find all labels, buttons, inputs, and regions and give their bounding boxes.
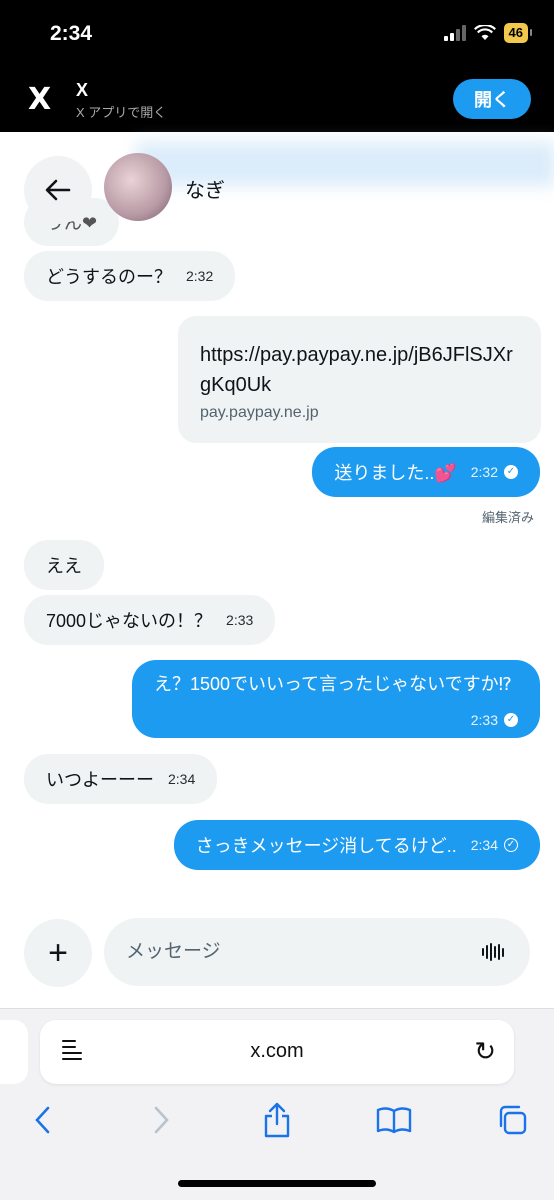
message-time: 2:32: [186, 268, 214, 284]
add-attachment-button[interactable]: +: [24, 919, 92, 987]
message-text: 7000じゃないの！？: [46, 611, 213, 631]
address-url[interactable]: x.com: [40, 1040, 514, 1063]
cellular-signal-icon: [443, 25, 466, 41]
message-time: 2:34: [470, 837, 498, 853]
back-arrow-icon: [45, 179, 71, 201]
battery-icon: 46: [503, 23, 533, 43]
message-input[interactable]: [126, 918, 456, 986]
home-indicator: [178, 1180, 376, 1187]
message-text: ええ: [46, 556, 82, 576]
link-domain: pay.paypay.ne.jp: [200, 404, 319, 421]
chevron-left-icon: [35, 1106, 50, 1134]
message-time: 2:33: [470, 712, 498, 728]
message-time: 2:32: [470, 464, 498, 480]
forward-nav-button[interactable]: [142, 1100, 182, 1140]
message-text: 送りました..💕: [334, 463, 457, 483]
message-text: え？1500でいいって言ったじゃないですか⁉: [154, 674, 512, 694]
open-app-button[interactable]: 開く: [453, 79, 531, 119]
wifi-icon: [473, 25, 496, 40]
message-time: 2:33: [226, 612, 254, 628]
previous-tab-peek[interactable]: [0, 1020, 28, 1084]
plus-icon: +: [48, 933, 68, 972]
bookmarks-button[interactable]: [372, 1100, 416, 1140]
message-in[interactable]: ええ: [24, 540, 104, 590]
message-composer[interactable]: [104, 918, 530, 986]
share-icon: [264, 1102, 290, 1138]
back-nav-button[interactable]: [22, 1100, 62, 1140]
message-in[interactable]: 7000じゃないの！？ 2:33: [24, 595, 276, 645]
message-text: さっきメッセージ消してるけど..: [195, 836, 457, 856]
share-button[interactable]: [256, 1100, 298, 1140]
banner-subtitle: X アプリで開く: [76, 105, 167, 120]
message-time: 2:34: [168, 771, 196, 787]
message-out[interactable]: 送りました..💕 2:32 ✓: [312, 447, 540, 497]
status-bar: 2:34 46: [0, 0, 554, 64]
back-button[interactable]: [24, 156, 92, 224]
peer-name[interactable]: なぎ: [185, 174, 225, 203]
address-bar[interactable]: x.com ↻: [40, 1020, 514, 1084]
tabs-icon: [499, 1105, 527, 1135]
read-receipt-icon: ✓: [504, 465, 518, 479]
read-receipt-icon: ✓: [504, 713, 518, 727]
open-in-app-banner: X X X アプリで開く 開く: [0, 64, 554, 132]
voice-wave-icon[interactable]: [482, 943, 504, 961]
message-out[interactable]: え？1500でいいって言ったじゃないですか⁉ 2:33 ✓: [132, 660, 540, 738]
link-url[interactable]: https://pay.paypay.ne.jp/jB6JFlSJXrgKq0U…: [200, 340, 519, 400]
message-in[interactable]: どうするのー？ 2:32: [24, 251, 236, 301]
avatar[interactable]: [104, 153, 172, 221]
chevron-right-icon: [154, 1106, 169, 1134]
sent-status-icon: ✓: [504, 838, 518, 852]
reload-icon[interactable]: ↻: [474, 1036, 496, 1067]
message-in[interactable]: いつよーーー 2:34: [24, 754, 218, 804]
banner-title: X: [76, 80, 89, 100]
edited-label: 編集済み: [481, 510, 534, 525]
link-preview-card[interactable]: https://pay.paypay.ne.jp/jB6JFlSJXrgKq0U…: [178, 316, 541, 443]
tabs-button[interactable]: [492, 1100, 532, 1140]
message-text: どうするのー？: [46, 267, 172, 287]
status-time: 2:34: [50, 22, 93, 45]
x-logo-icon: X: [28, 82, 52, 117]
bookmarks-icon: [376, 1107, 412, 1134]
message-out[interactable]: さっきメッセージ消してるけど.. 2:34 ✓: [173, 820, 540, 870]
message-text: いつよーーー: [46, 770, 154, 790]
